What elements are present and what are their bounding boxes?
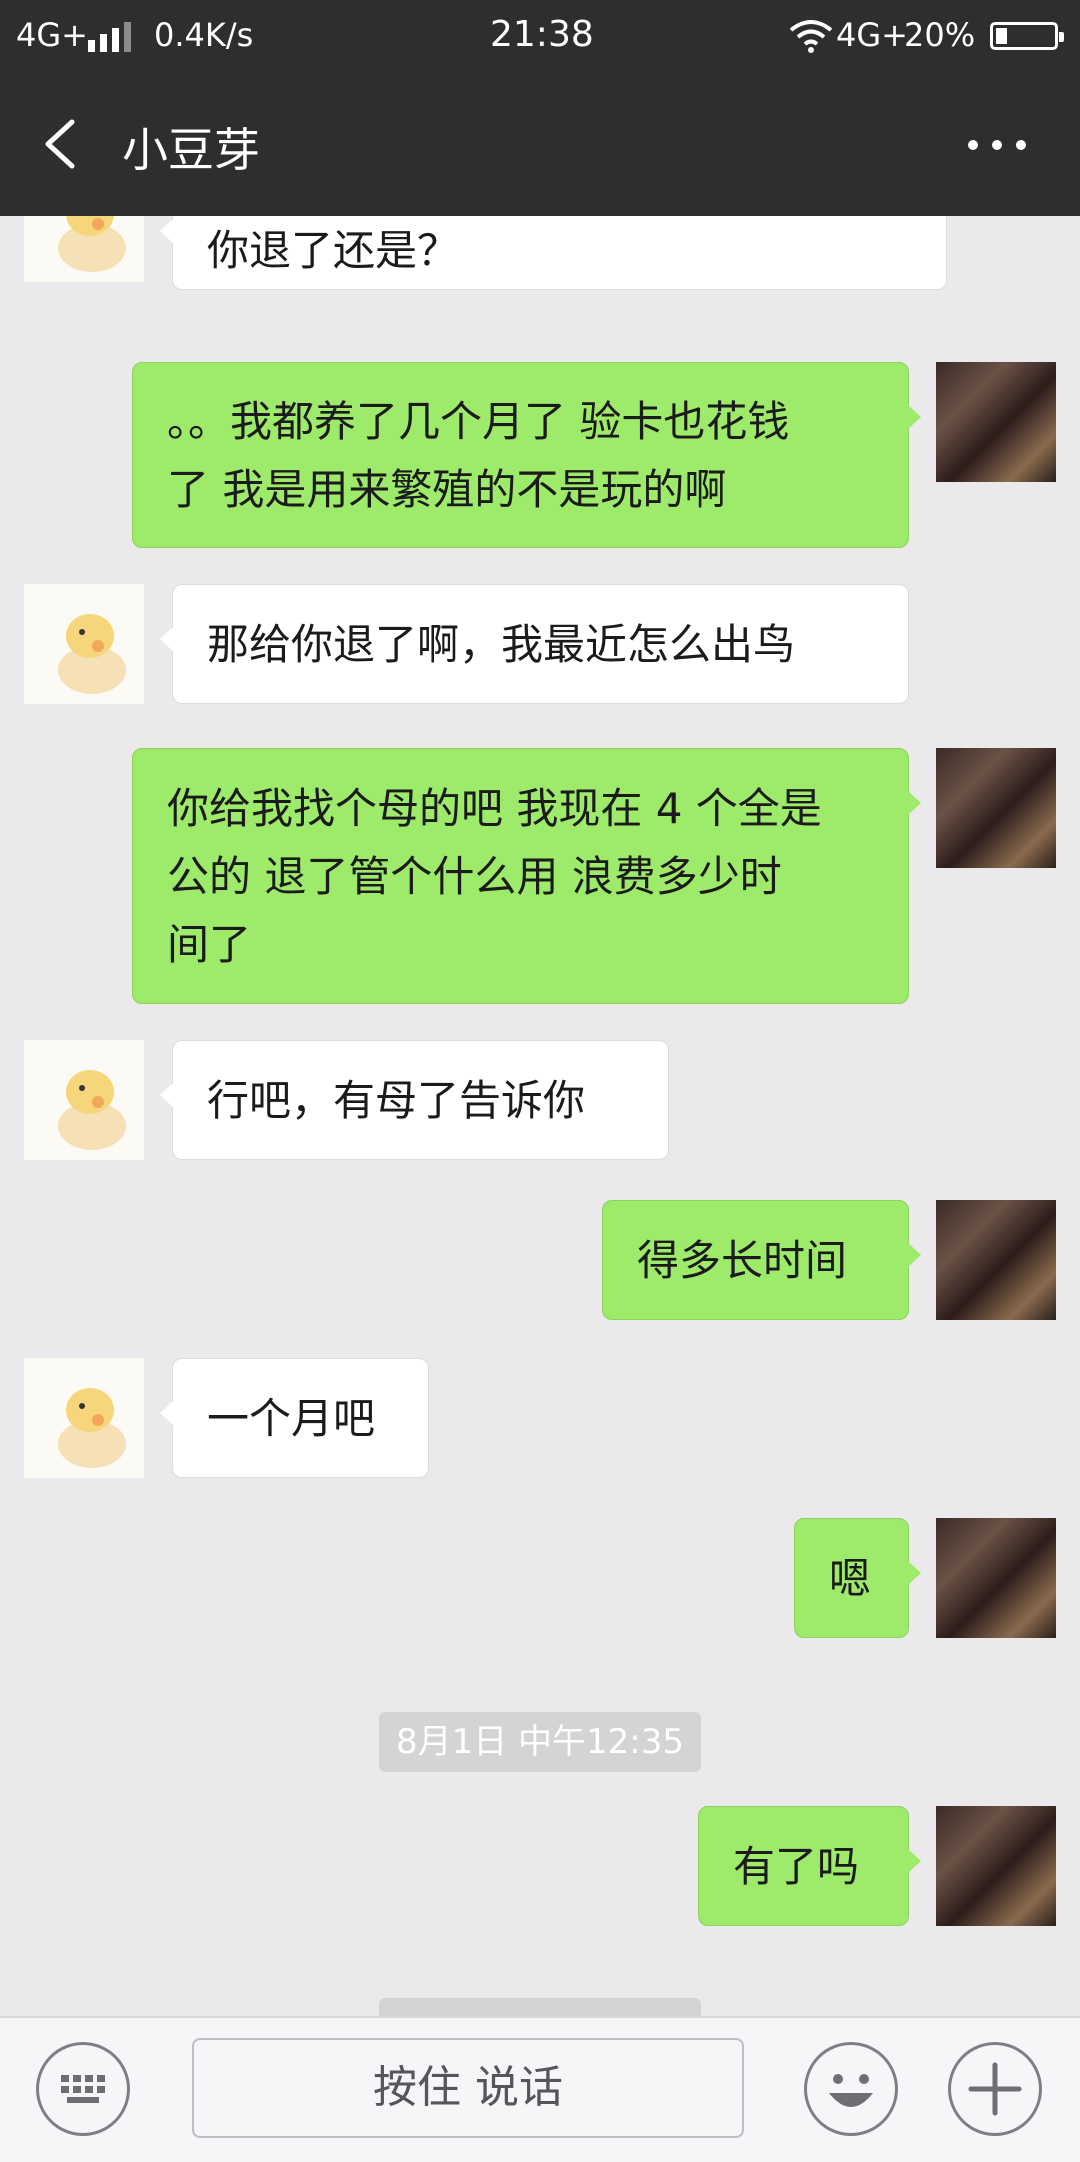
chevron-left-icon[interactable] <box>36 116 86 172</box>
battery-icon <box>990 22 1064 50</box>
message-bubble-received[interactable]: 行吧，有母了告诉你 <box>160 1040 669 1160</box>
contact-avatar[interactable] <box>24 584 144 704</box>
message-bubble-received[interactable]: 你退了还是？ <box>160 216 947 290</box>
battery-fill <box>996 28 1007 44</box>
chat-header: 小豆芽 <box>0 72 1080 216</box>
message-text: 行吧，有母了告诉你 <box>207 1076 586 1125</box>
message-bubble-sent[interactable]: 。。我都养了几个月了 验卡也花钱 了 我是用来繁殖的不是玩的啊 <box>132 362 921 548</box>
chat-area[interactable]: 你退了还是？ 。。我都养了几个月了 验卡也花钱 了 我是用来繁殖的不是玩的啊 那… <box>0 216 1080 2016</box>
message-bubble-received[interactable]: 一个月吧 <box>160 1358 429 1478</box>
message-text-line: 公的 退了管个什么用 浪费多少时 <box>167 852 782 901</box>
signal-icon <box>88 22 134 52</box>
network-speed: 0.4K/s <box>154 16 254 54</box>
message-bubble-sent[interactable]: 得多长时间 <box>602 1200 921 1320</box>
network-type-right: 4G+ <box>836 16 908 54</box>
message-text: 得多长时间 <box>637 1236 848 1285</box>
timestamp: 8月1日 中午12:35 <box>379 1712 701 1772</box>
contact-avatar[interactable] <box>24 216 144 282</box>
clock: 21:38 <box>490 14 594 55</box>
chat-title: 小豆芽 <box>122 123 260 177</box>
plus-icon[interactable] <box>948 2042 1042 2136</box>
user-avatar[interactable] <box>936 1200 1056 1320</box>
more-dots-icon[interactable] <box>962 120 1032 168</box>
keyboard-icon[interactable] <box>36 2042 130 2136</box>
message-bubble-sent[interactable]: 嗯 <box>794 1518 921 1638</box>
message-text: 那给你退了啊，我最近怎么出鸟 <box>207 620 796 669</box>
user-avatar[interactable] <box>936 748 1056 868</box>
message-text: 一个月吧 <box>207 1394 376 1443</box>
message-text: 你退了还是？ <box>207 226 460 275</box>
contact-avatar[interactable] <box>24 1040 144 1160</box>
message-text: 有了吗 <box>733 1842 860 1891</box>
timestamp-partial <box>379 1998 701 2016</box>
status-bar: 4G+ 0.4K/s 21:38 4G+ 20% <box>0 0 1080 72</box>
user-avatar[interactable] <box>936 1806 1056 1926</box>
input-bar: 按住 说话 <box>0 2016 1080 2162</box>
user-avatar[interactable] <box>936 362 1056 482</box>
hold-to-talk-button[interactable]: 按住 说话 <box>192 2038 744 2138</box>
message-bubble-sent[interactable]: 有了吗 <box>698 1806 921 1926</box>
message-bubble-received[interactable]: 那给你退了啊，我最近怎么出鸟 <box>160 584 909 704</box>
emoji-icon[interactable] <box>804 2042 898 2136</box>
wifi-icon <box>789 20 833 53</box>
message-text-line: 了 我是用来繁殖的不是玩的啊 <box>167 465 727 514</box>
message-bubble-sent[interactable]: 你给我找个母的吧 我现在 4 个全是 公的 退了管个什么用 浪费多少时 间了 <box>132 748 921 1004</box>
message-text-line: 你给我找个母的吧 我现在 4 个全是 <box>167 784 822 833</box>
message-text: 嗯 <box>829 1554 872 1603</box>
message-text-line: 。。我都养了几个月了 验卡也花钱 <box>167 397 790 446</box>
contact-avatar[interactable] <box>24 1358 144 1478</box>
battery-percent: 20% <box>904 16 976 54</box>
user-avatar[interactable] <box>936 1518 1056 1638</box>
message-text-line: 间了 <box>167 920 252 969</box>
network-type: 4G+ <box>16 16 88 54</box>
